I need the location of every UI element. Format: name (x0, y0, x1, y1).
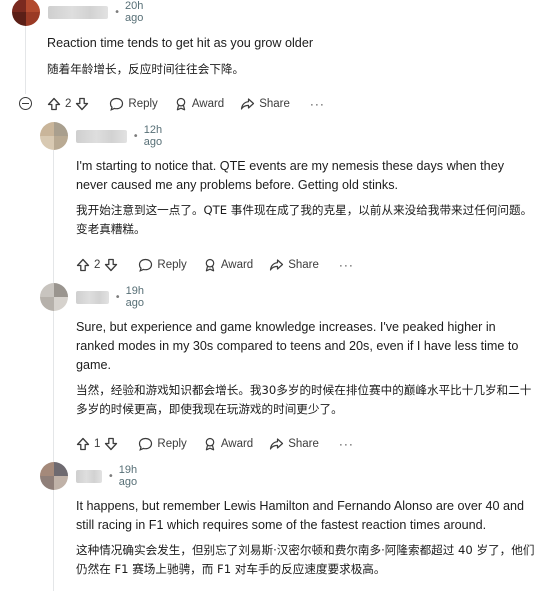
share-icon (241, 98, 255, 110)
avatar[interactable] (12, 0, 40, 26)
upvote-icon[interactable] (76, 437, 90, 451)
award-label: Award (220, 259, 254, 271)
comment-text: I'm starting to notice that. QTE events … (76, 159, 504, 192)
award-icon (205, 437, 215, 451)
award-button[interactable]: Award (174, 97, 224, 111)
comment-translation: 这种情况确实会发生，但别忘了刘易斯·汉密尔顿和费尔南多·阿隆索都超过 40 岁了… (76, 543, 535, 576)
reply-label: Reply (128, 98, 158, 110)
more-icon[interactable]: ··· (310, 97, 325, 111)
separator-dot: • (132, 130, 139, 142)
share-button[interactable]: Share (269, 437, 319, 451)
separator-dot: • (107, 470, 114, 482)
username[interactable] (48, 5, 109, 19)
timestamp[interactable]: 19h ago (126, 285, 156, 309)
avatar[interactable] (40, 122, 68, 150)
reply-label: Reply (157, 259, 187, 271)
timestamp[interactable]: 12h ago (144, 124, 176, 148)
username[interactable] (76, 129, 127, 143)
thread-line (25, 14, 26, 94)
share-label: Share (288, 259, 319, 271)
share-label: Share (259, 98, 290, 110)
reply-button[interactable]: Reply (138, 437, 187, 451)
avatar[interactable] (40, 283, 68, 311)
avatar[interactable] (40, 462, 68, 490)
share-icon (270, 438, 284, 450)
award-label: Award (220, 438, 254, 450)
comment-translation: 我开始注意到这一点了。QTE 事件现在成了我的克星，以前从来没给我带来过任何问题… (76, 203, 533, 236)
comment-header: • 20h ago (12, 0, 157, 26)
comment-header: • 19h ago (40, 283, 155, 311)
vote-count: 1 (94, 438, 101, 450)
comment-translation: 随着年龄增长，反应时间往往会下降。 (47, 62, 245, 76)
award-icon (176, 97, 186, 111)
thread-line (53, 150, 54, 591)
reply-label: Reply (157, 438, 187, 450)
downvote-icon[interactable] (104, 258, 118, 272)
share-icon (270, 259, 284, 271)
reply-icon (110, 97, 124, 111)
vote-group: 1 (76, 437, 118, 451)
downvote-icon[interactable] (104, 437, 118, 451)
award-icon (205, 258, 215, 272)
comment-header: • 12h ago (40, 122, 175, 150)
separator-dot: • (114, 291, 121, 303)
share-button[interactable]: Share (240, 97, 290, 111)
comment-text: Reaction time tends to get hit as you gr… (47, 36, 314, 50)
timestamp[interactable]: 20h ago (125, 0, 157, 24)
more-icon[interactable]: ··· (339, 258, 354, 272)
timestamp[interactable]: 19h ago (119, 464, 148, 488)
comment-text: Sure, but experience and game knowledge … (76, 320, 519, 372)
reply-icon (139, 258, 153, 272)
comment-actions: 2 Reply Award Share ··· (76, 256, 354, 274)
comment-text: It happens, but remember Lewis Hamilton … (76, 499, 525, 532)
downvote-icon[interactable] (75, 97, 89, 111)
reply-button[interactable]: Reply (109, 97, 158, 111)
vote-count: 2 (94, 259, 101, 271)
vote-group: 2 (76, 258, 118, 272)
share-button[interactable]: Share (269, 258, 319, 272)
share-label: Share (288, 438, 319, 450)
comment-actions: 1 Reply Award Share ··· (76, 435, 354, 453)
upvote-icon[interactable] (76, 258, 90, 272)
upvote-icon[interactable] (47, 97, 61, 111)
collapse-icon[interactable] (19, 97, 32, 110)
award-button[interactable]: Award (203, 258, 253, 272)
username[interactable] (76, 469, 102, 483)
reply-icon (139, 437, 153, 451)
reply-button[interactable]: Reply (138, 258, 187, 272)
separator-dot: • (114, 6, 120, 18)
award-button[interactable]: Award (203, 437, 253, 451)
comment-translation: 当然，经验和游戏知识都会增长。我30多岁的时候在排位赛中的巅峰水平比十几岁和二十… (76, 383, 532, 416)
more-icon[interactable]: ··· (339, 437, 354, 451)
vote-count: 2 (65, 98, 72, 110)
comment-actions: 2 Reply Award Share ··· (47, 95, 325, 113)
username[interactable] (76, 290, 109, 304)
vote-group: 2 (47, 97, 89, 111)
award-label: Award (191, 98, 225, 110)
comment-header: • 19h ago (40, 462, 147, 490)
